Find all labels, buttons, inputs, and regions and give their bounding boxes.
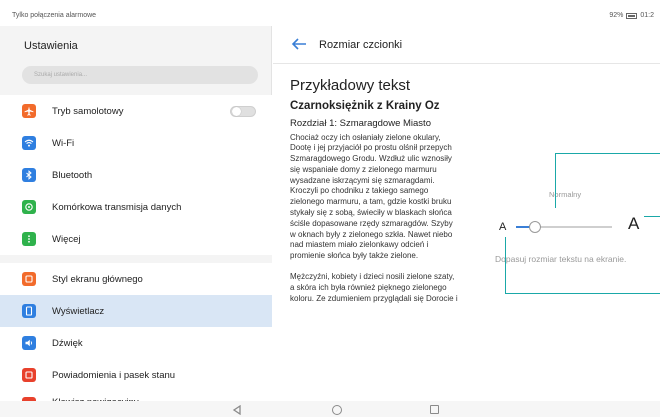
notifications-icon: [22, 368, 36, 382]
callout-line: [644, 216, 660, 217]
display-icon: [22, 304, 36, 318]
airplane-icon: [22, 104, 36, 118]
sidebar-item-notifications[interactable]: Powiadomienia i pasek stanu: [0, 359, 272, 391]
sound-icon: [22, 336, 36, 350]
sample-text-block: Przykładowy tekst Czarnoksiężnik z Krain…: [290, 76, 458, 304]
mobile-data-icon: [22, 200, 36, 214]
nav-recent-apps-icon[interactable]: [430, 405, 439, 414]
sidebar-item-label: Komórkowa transmisja danych: [52, 201, 182, 213]
carrier-text: Tylko połączenia alarmowe: [12, 12, 97, 19]
sidebar-item-display[interactable]: Wyświetlacz: [0, 295, 272, 327]
font-size-slider[interactable]: [516, 219, 612, 235]
bluetooth-icon: [22, 168, 36, 182]
font-size-pane: Rozmiar czcionki Przykładowy tekst Czarn…: [273, 26, 660, 417]
sample-chapter: Rozdział 1: Szmaragdowe Miasto: [290, 118, 431, 129]
sidebar-item-label: Wyświetlacz: [52, 305, 105, 317]
sample-paragraph: Chociaż oczy ich osłaniały zielone okula…: [290, 132, 453, 261]
clock: 01:2: [640, 12, 654, 19]
sample-paragraph: Mężczyźni, kobiety i dzieci nosili zielo…: [290, 272, 458, 303]
settings-group-device: Styl ekranu głównego Wyświetlacz Dźwięk …: [0, 263, 272, 411]
font-size-hint: Dopasuj rozmiar tekstu na ekranie.: [495, 254, 627, 264]
wifi-icon: [22, 136, 36, 150]
slider-thumb[interactable]: [529, 221, 542, 233]
sidebar-item-wifi[interactable]: Wi-Fi: [0, 127, 272, 159]
sample-book-title: Czarnoksiężnik z Krainy Oz: [290, 100, 440, 112]
sidebar-item-label: Więcej: [52, 233, 81, 245]
section-divider: [0, 255, 272, 263]
sidebar-item-airplane[interactable]: Tryb samolotowy: [0, 95, 272, 127]
back-arrow-icon[interactable]: [291, 37, 307, 51]
sidebar-item-label: Styl ekranu głównego: [52, 273, 143, 285]
sidebar-item-home-style[interactable]: Styl ekranu głównego: [0, 263, 272, 295]
settings-pane: Ustawienia Szukaj ustawienia... Tryb sam…: [0, 26, 272, 417]
system-nav-bar: [0, 401, 660, 417]
sidebar-item-mobile-data[interactable]: Komórkowa transmisja danych: [0, 191, 272, 223]
settings-title: Ustawienia: [24, 40, 78, 52]
battery-icon: [626, 12, 638, 19]
airplane-mode-toggle[interactable]: [230, 106, 256, 117]
sidebar-item-label: Dźwięk: [52, 337, 83, 349]
home-style-icon: [22, 272, 36, 286]
large-a-label: A: [628, 214, 640, 233]
battery-percent: 92%: [609, 12, 624, 19]
sidebar-item-sound[interactable]: Dźwięk: [0, 327, 272, 359]
font-size-header: Rozmiar czcionki: [273, 26, 660, 64]
sidebar-item-label: Bluetooth: [52, 169, 93, 181]
nav-home-icon[interactable]: [332, 405, 342, 415]
callout-line: [505, 237, 506, 293]
sidebar-item-label: Wi-Fi: [52, 137, 75, 149]
sidebar-item-label: Tryb samolotowy: [52, 105, 124, 117]
callout-line: [555, 153, 660, 208]
sample-title: Przykładowy tekst: [290, 77, 411, 94]
more-icon: [22, 232, 36, 246]
sidebar-item-label: Powiadomienia i pasek stanu: [52, 369, 176, 381]
settings-group-connectivity: Tryb samolotowy Wi-Fi Bluetooth Komórkow…: [0, 95, 272, 255]
search-input[interactable]: Szukaj ustawienia...: [22, 66, 258, 84]
status-right: 92% 01:2: [609, 12, 654, 19]
status-bar: Tylko połączenia alarmowe 92% 01:2: [0, 0, 660, 26]
page-title: Rozmiar czcionki: [319, 39, 403, 51]
nav-back-icon[interactable]: [232, 405, 242, 415]
sidebar-item-bluetooth[interactable]: Bluetooth: [0, 159, 272, 191]
callout-line: [505, 293, 660, 294]
sidebar-item-more[interactable]: Więcej: [0, 223, 272, 255]
small-a-label: A: [499, 221, 507, 233]
